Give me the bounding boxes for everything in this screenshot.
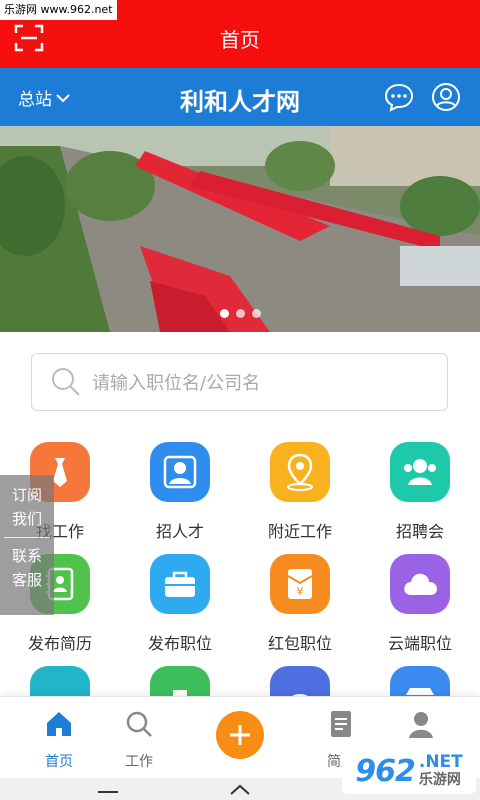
tab-label: 工作 (125, 754, 153, 770)
briefcase-icon (150, 554, 210, 614)
feature-label: 附近工作 (267, 522, 332, 541)
carousel-dot[interactable] (219, 309, 229, 318)
feature-recruit[interactable]: 招人才 (120, 442, 240, 552)
home-icon (47, 712, 71, 736)
divider (4, 537, 50, 538)
location-pin-icon (270, 442, 330, 502)
feature-nearby[interactable]: 附近工作 (240, 442, 360, 552)
carousel-dots (0, 309, 480, 318)
watermark-top: 乐游网 www.962.net (0, 0, 117, 20)
watermark-number: 962 (355, 753, 416, 789)
home-nav-icon[interactable] (228, 784, 252, 796)
feature-post-job[interactable]: 发布职位 (120, 554, 240, 664)
feature-label: 云端职位 (387, 634, 452, 653)
tab-home[interactable]: 首页 (14, 709, 104, 771)
shop-icon (390, 666, 450, 696)
search-icon (52, 368, 80, 396)
svg-text:¥: ¥ (297, 585, 304, 598)
red-envelope-icon: ¥ (270, 554, 330, 614)
feature-label: 招聘会 (395, 522, 444, 541)
banner-image (0, 126, 480, 332)
tab-label: 首页 (45, 754, 73, 770)
nav-bar: 总站 利和人才网 (0, 68, 480, 126)
group-icon (390, 442, 450, 502)
back-icon[interactable] (96, 786, 120, 798)
watermark-net: .NET (418, 752, 463, 772)
person-icon (150, 442, 210, 502)
building-icon (150, 666, 210, 696)
person-icon (409, 712, 433, 738)
watermark-logo: 962 .NET 乐游网 (342, 748, 476, 794)
feature-red-packet[interactable]: ¥ 红包职位 (240, 554, 360, 664)
feature-item[interactable] (0, 666, 120, 696)
page-title: 首页 (220, 28, 260, 52)
feature-item[interactable] (120, 666, 240, 696)
cloud-icon (390, 554, 450, 614)
feature-cloud-job[interactable]: 云端职位 (360, 554, 480, 664)
user-circle-icon[interactable] (431, 82, 461, 112)
add-button[interactable] (216, 711, 264, 759)
tab-work[interactable]: 工作 (94, 709, 184, 771)
search-icon (126, 711, 152, 737)
watermark-cn: 乐游网 (418, 772, 461, 788)
banner-carousel[interactable] (0, 126, 480, 332)
search-placeholder: 请输入职位名/公司名 (92, 373, 261, 394)
hardhat-icon (30, 666, 90, 696)
customer-service-button[interactable]: 联系客服 (8, 544, 46, 592)
document-icon (331, 711, 351, 737)
feature-label: 红包职位 (267, 634, 332, 653)
carousel-dot[interactable] (235, 309, 245, 318)
feature-label: 发布职位 (147, 634, 212, 653)
search-input[interactable]: 请输入职位名/公司名 (31, 353, 448, 411)
helmet-icon (270, 666, 330, 696)
feature-label: 招人才 (155, 522, 204, 541)
chat-bubble-icon[interactable] (384, 82, 414, 112)
subscribe-button[interactable]: 订阅我们 (8, 483, 46, 531)
feature-item[interactable] (360, 666, 480, 696)
feature-job-fair[interactable]: 招聘会 (360, 442, 480, 552)
carousel-dot[interactable] (251, 309, 261, 318)
feature-grid: 找工作 招人才 附近工作 招聘会 发布简历 发布职位 ¥ 红包职位 云端职位 (0, 442, 480, 696)
plus-icon (230, 725, 250, 745)
feature-item[interactable] (240, 666, 360, 696)
side-float-panel: 订阅我们 联系客服 (0, 475, 54, 615)
feature-label: 发布简历 (27, 634, 92, 653)
